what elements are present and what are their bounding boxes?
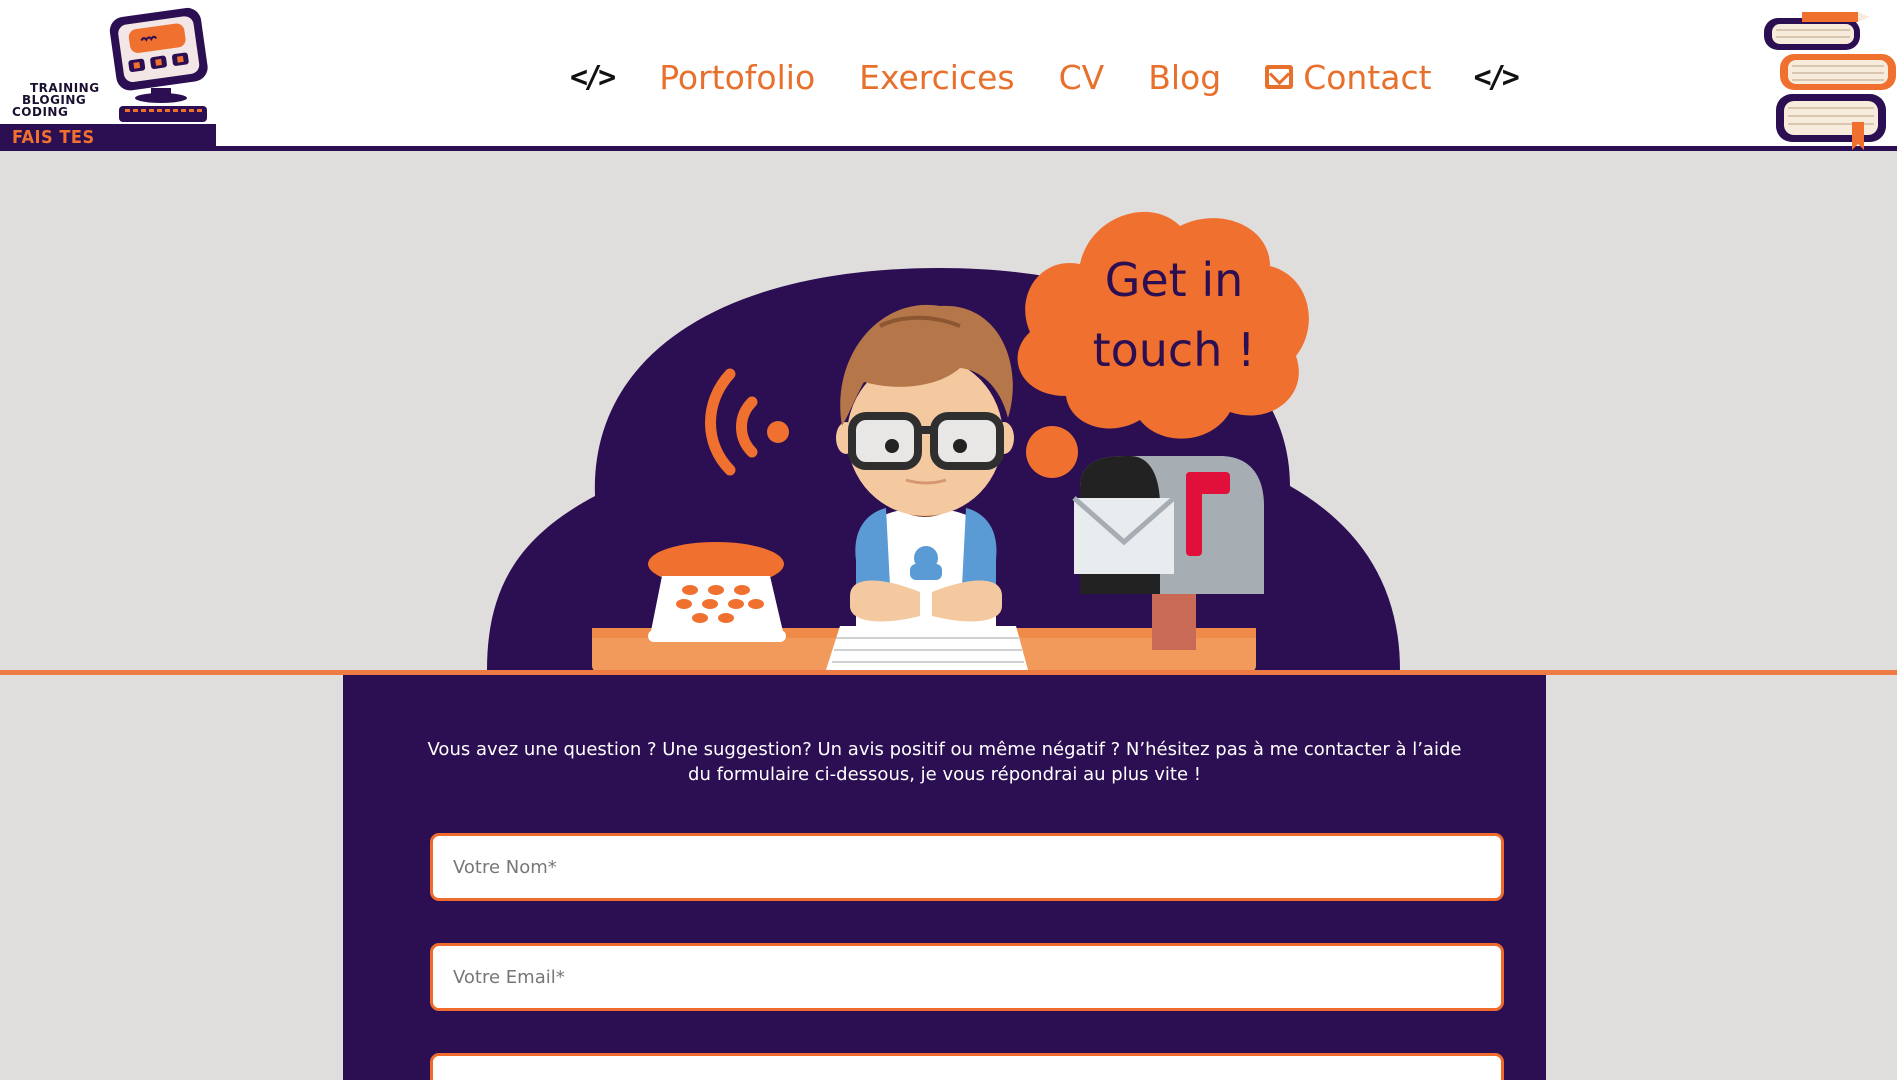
contact-intro-text: Vous avez une question ? Une suggestion?… <box>427 739 1462 785</box>
nav-item-exercices[interactable]: Exercices <box>859 58 1014 97</box>
nav-item-label: Blog <box>1148 57 1222 97</box>
envelope-icon <box>1265 65 1294 89</box>
site-header: TRAINING BLOGING CODING FAIS TES <DEV>OI… <box>0 0 1897 175</box>
telephone-icon <box>648 542 786 642</box>
subject-input[interactable] <box>430 1053 1504 1080</box>
nav-item-contact[interactable]: Contact <box>1265 57 1432 97</box>
hero-section: Get in touch ! <box>0 156 1897 670</box>
keyboard-icon <box>826 626 1028 670</box>
logo-line-coding: CODING <box>12 105 69 119</box>
nav-item-cv[interactable]: CV <box>1059 58 1105 97</box>
contact-illustration: Get in touch ! <box>487 211 1400 670</box>
contact-panel: Vous avez une question ? Une suggestion?… <box>343 675 1546 1080</box>
code-icon: </> <box>570 59 616 95</box>
logo-tagline: FAIS TES <DEV>OIRS! <box>0 124 216 175</box>
main-nav: </> Portofolio Exercices CV Blog Contact… <box>570 50 1520 104</box>
books-stack-icon <box>1764 12 1896 150</box>
code-icon: </> <box>1473 59 1520 95</box>
nav-item-blog[interactable]: Blog <box>1148 58 1221 97</box>
nav-item-label: Exercices <box>859 57 1015 97</box>
bubble-line-2: touch ! <box>1093 323 1256 377</box>
developer-character <box>836 304 1014 626</box>
nav-item-label: Portofolio <box>659 57 816 97</box>
nav-item-label: CV <box>1058 57 1105 97</box>
nav-item-portofolio[interactable]: Portofolio <box>659 58 815 97</box>
site-logo[interactable]: TRAINING BLOGING CODING FAIS TES <DEV>OI… <box>0 0 216 175</box>
bubble-line-1: Get in <box>1105 253 1244 307</box>
monitor-logo-icon <box>109 7 208 122</box>
email-input[interactable] <box>430 943 1504 1011</box>
logo-text: TRAINING BLOGING CODING <box>12 82 100 118</box>
nav-item-label: Contact <box>1303 57 1432 97</box>
name-input[interactable] <box>430 833 1504 901</box>
